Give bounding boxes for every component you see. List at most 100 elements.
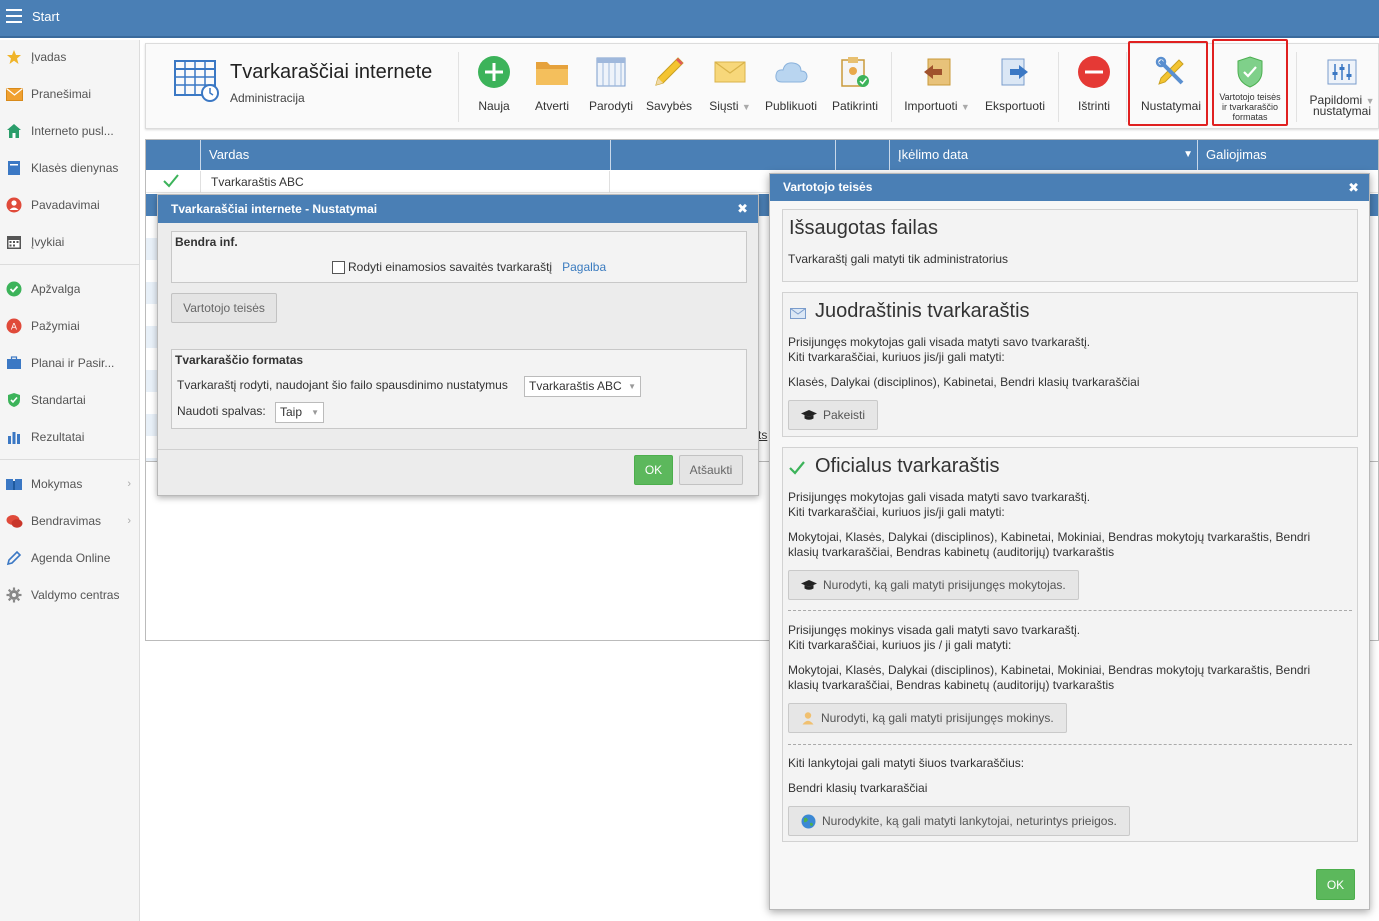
send-button[interactable]: Siųsti ▼ — [703, 52, 757, 122]
start-link[interactable]: Start — [32, 9, 59, 24]
table-view-icon — [593, 54, 629, 90]
general-info-section: Bendra inf. Rodyti einamosios savaitės t… — [171, 231, 747, 283]
sidebar: Įvadas Pranešimai Interneto pusl... Klas… — [0, 40, 140, 921]
visitor-rights-button[interactable]: Nurodykite, ką gali matyti lankytojai, n… — [788, 806, 1130, 836]
sidebar-item-pazymiai[interactable]: A Pažymiai — [0, 311, 139, 341]
column-header-blank — [835, 140, 889, 170]
column-header-name[interactable]: Vardas — [200, 140, 610, 170]
toolbar-divider — [1058, 52, 1059, 122]
toolbar-divider — [458, 52, 459, 122]
show-button[interactable]: Parodyti — [586, 52, 636, 122]
draft-panel: Juodraštinis tvarkaraštis Prisijungęs mo… — [782, 292, 1358, 437]
graduation-cap-icon — [801, 409, 817, 421]
settings-dialog-header: Tvarkaraščiai internete - Nustatymai ✖ — [158, 195, 758, 223]
column-header-upload-date[interactable]: Įkėlimo data ▼ — [889, 140, 1197, 170]
chevron-right-icon: › — [127, 515, 131, 527]
dialog-divider — [158, 449, 758, 450]
sidebar-item-planai[interactable]: Planai ir Pasir... — [0, 348, 139, 378]
briefcase-icon — [5, 354, 23, 372]
sidebar-item-pranesimai[interactable]: Pranešimai — [0, 79, 139, 109]
envelope-icon — [5, 85, 23, 103]
toolbar-divider — [891, 52, 892, 122]
shield-icon — [5, 391, 23, 409]
saved-file-panel: Išsaugotas failas Tvarkaraštį gali matyt… — [782, 209, 1358, 282]
bar-chart-icon — [5, 428, 23, 446]
hamburger-menu-icon[interactable] — [6, 9, 22, 23]
book-icon — [5, 159, 23, 177]
cloud-icon — [773, 54, 809, 90]
top-bar: Start — [0, 0, 1379, 38]
official-panel: Oficialus tvarkaraštis Prisijungęs mokyt… — [782, 447, 1358, 842]
app-subtitle: Administracija — [230, 91, 305, 105]
close-icon[interactable]: ✖ — [737, 195, 748, 223]
sidebar-item-valdymo-centras[interactable]: Valdymo centras — [0, 580, 139, 610]
ok-button[interactable]: OK — [634, 455, 673, 485]
draft-change-button[interactable]: Pakeisti — [788, 400, 879, 430]
saved-file-title: Išsaugotas failas — [789, 217, 938, 239]
chat-icon — [5, 512, 23, 530]
gear-icon — [5, 586, 23, 604]
check-button[interactable]: Patikrinti — [830, 52, 880, 122]
sidebar-item-ivadas[interactable]: Įvadas — [0, 42, 139, 72]
sidebar-item-standartai[interactable]: Standartai — [0, 385, 139, 415]
rights-ok-button[interactable]: OK — [1316, 869, 1355, 900]
grade-icon: A — [5, 317, 23, 335]
close-icon[interactable]: ✖ — [1348, 174, 1359, 201]
timetable-format-section: Tvarkaraščio formatas Tvarkaraštį rodyti… — [171, 349, 747, 429]
help-link[interactable]: Pagalba — [562, 260, 606, 274]
export-button[interactable]: Eksportuoti — [983, 52, 1047, 122]
sidebar-item-ivykiai[interactable]: Įvykiai — [0, 227, 139, 257]
user-rights-dialog-header: Vartotojo teisės ✖ — [770, 174, 1369, 201]
pencil-icon — [5, 549, 23, 567]
new-button[interactable]: Nauja — [472, 52, 516, 122]
open-button[interactable]: Atverti — [530, 52, 574, 122]
sidebar-item-rezultatai[interactable]: Rezultatai — [0, 422, 139, 452]
sidebar-item-agenda-online[interactable]: Agenda Online — [0, 543, 139, 573]
sidebar-item-apzvalga[interactable]: Apžvalga — [0, 274, 139, 304]
colors-label: Naudoti spalvas: — [177, 404, 266, 418]
row-name-cell: Tvarkaraštis ABC — [200, 171, 610, 193]
cancel-button[interactable]: Atšaukti — [679, 455, 743, 485]
pencil-icon — [651, 54, 687, 90]
import-icon — [919, 54, 955, 90]
student-rights-button[interactable]: Nurodyti, ką gali matyti prisijungęs mok… — [788, 703, 1067, 733]
sidebar-item-pavadavimai[interactable]: Pavadavimai — [0, 190, 139, 220]
sort-desc-icon: ▼ — [1183, 149, 1193, 160]
delete-button[interactable]: Ištrinti — [1073, 52, 1115, 122]
publish-button[interactable]: Publikuoti — [761, 52, 821, 122]
export-icon — [997, 54, 1033, 90]
svg-text:A: A — [11, 323, 18, 333]
checkmark-icon — [789, 461, 805, 478]
properties-button[interactable]: Savybės — [643, 52, 695, 122]
clipboard-check-icon — [837, 54, 873, 90]
import-button[interactable]: Importuoti ▼ — [902, 52, 972, 122]
timetable-app-icon — [174, 59, 220, 106]
dropdown-arrow-icon: ▼ — [960, 102, 970, 112]
format-select[interactable]: Tvarkaraštis ABC ▼ — [524, 376, 641, 397]
sidebar-item-interneto-puslapis[interactable]: Interneto pusl... — [0, 116, 139, 146]
star-icon — [5, 48, 23, 66]
show-current-week-checkbox[interactable] — [332, 260, 345, 274]
colors-select[interactable]: Taip ▼ — [275, 402, 324, 423]
folder-icon — [534, 54, 570, 90]
highlight-user-rights — [1212, 39, 1288, 126]
user-rights-button[interactable]: Vartotojo teisės — [171, 293, 277, 323]
teacher-rights-button[interactable]: Nurodyti, ką gali matyti prisijungęs mok… — [788, 570, 1079, 600]
minus-circle-icon — [1076, 54, 1112, 90]
sidebar-item-klases-dienynas[interactable]: Klasės dienynas — [0, 153, 139, 183]
plus-circle-icon — [476, 54, 512, 90]
envelope-icon — [790, 308, 806, 322]
sidebar-divider — [0, 264, 139, 265]
sidebar-item-bendravimas[interactable]: Bendravimas › — [0, 506, 139, 536]
sidebar-item-mokymas[interactable]: Mokymas › — [0, 469, 139, 499]
chevron-down-icon: ▼ — [311, 408, 319, 417]
globe-icon — [801, 814, 816, 829]
dashed-divider — [788, 610, 1352, 611]
partial-link[interactable]: ts — [758, 428, 767, 442]
saved-file-text: Tvarkaraštį gali matyti tik administrato… — [788, 252, 1009, 266]
column-header-validity[interactable]: Galiojimas — [1197, 140, 1378, 170]
dashed-divider — [788, 744, 1352, 745]
chevron-down-icon: ▼ — [628, 382, 636, 391]
extra-settings-button[interactable]: Papildomi ▼ nustatymai — [1306, 52, 1378, 122]
format-label: Tvarkaraštį rodyti, naudojant šio failo … — [177, 378, 508, 392]
